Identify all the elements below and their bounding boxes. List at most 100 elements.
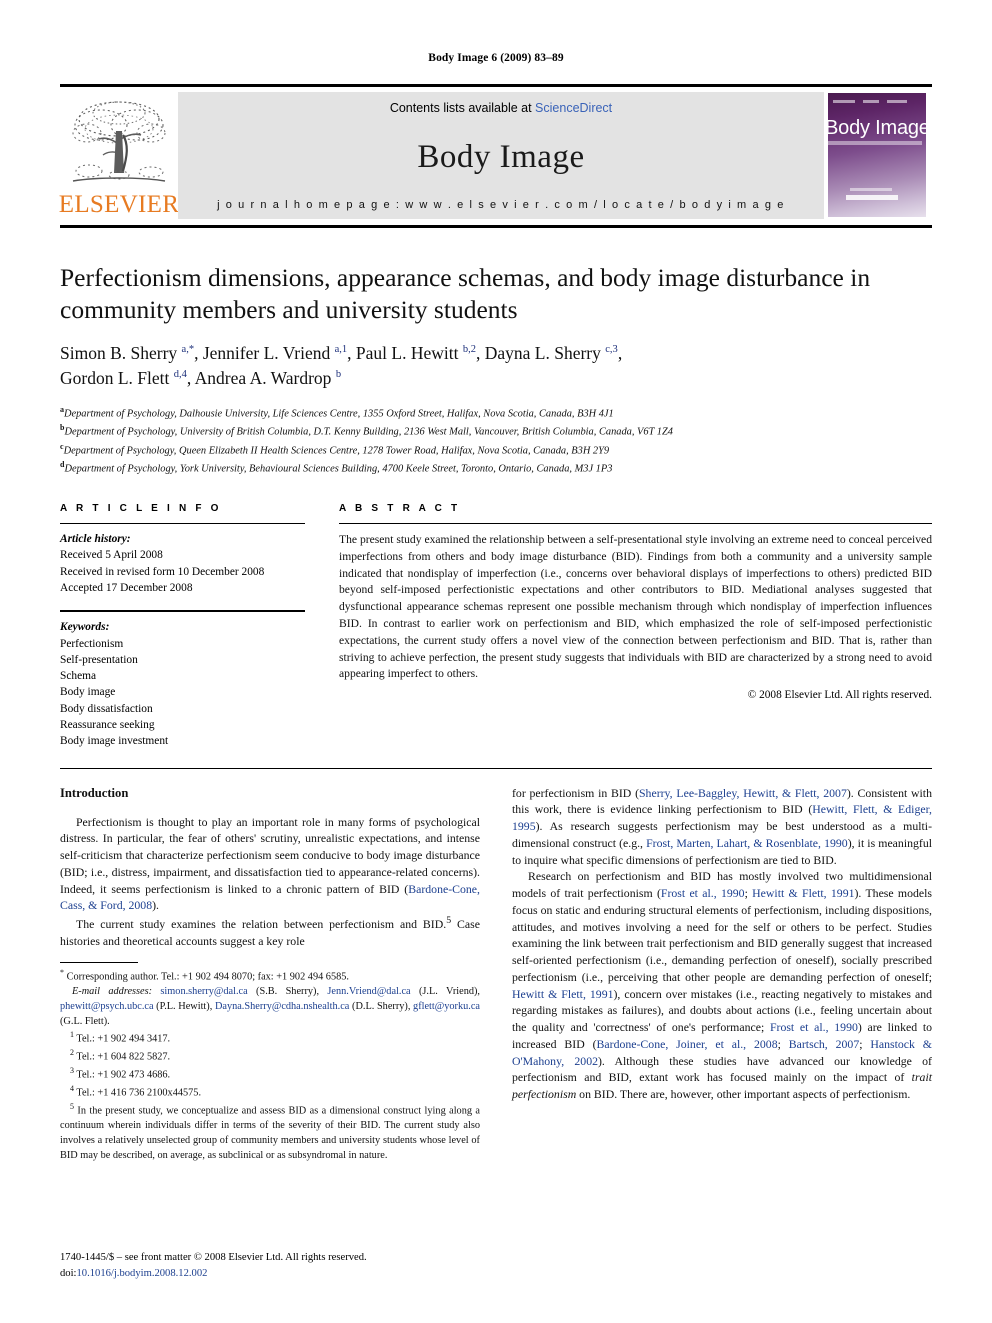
keyword-item: Reassurance seeking bbox=[60, 719, 155, 732]
author-sherry-d-marker: c,3 bbox=[605, 344, 618, 356]
elsevier-wordmark: ELSEVIER bbox=[58, 191, 180, 218]
masthead-bottom-rule bbox=[60, 225, 932, 228]
affiliation-text: Department of Psychology, Queen Elizabet… bbox=[63, 444, 610, 456]
abstract-text: The present study examined the relations… bbox=[339, 533, 932, 681]
cover-top-text-bars bbox=[833, 100, 921, 104]
keyword-item: Perfectionism bbox=[60, 637, 124, 650]
author-flett: Gordon L. Flett bbox=[60, 368, 174, 389]
right-p2-sep-1: ; bbox=[777, 1036, 789, 1051]
page-footer: 1740-1445/$ – see front matter © 2008 El… bbox=[60, 1250, 367, 1281]
intro-p1-text-b: ). bbox=[152, 898, 159, 913]
article-info-column: A R T I C L E I N F O Article history: R… bbox=[60, 503, 305, 750]
keyword-item: Body image investment bbox=[60, 735, 169, 748]
citation-bartsch-2007[interactable]: Bartsch, 2007 bbox=[789, 1037, 859, 1051]
affiliation-item: cDepartment of Psychology, Queen Elizabe… bbox=[60, 441, 932, 459]
affiliation-item: bDepartment of Psychology, University of… bbox=[60, 422, 932, 440]
author-sherry-d: , Dayna L. Sherry bbox=[475, 343, 606, 364]
journal-article-page: Body Image 6 (2009) 83–89 ELSEVIER Conte… bbox=[0, 0, 992, 1323]
body-left-column: Introduction Perfectionism is thought to… bbox=[60, 785, 480, 1164]
email-owner-5: (G.L. Flett). bbox=[60, 1015, 110, 1027]
affiliation-list: aDepartment of Psychology, Dalhousie Uni… bbox=[60, 404, 932, 477]
journal-masthead: ELSEVIER Contents lists available at Sci… bbox=[58, 84, 932, 219]
footnote-separator-rule bbox=[60, 962, 138, 964]
citation-hewitt-flett-1991[interactable]: Hewitt & Flett, 1991 bbox=[752, 886, 854, 900]
cover-footer-bar-1 bbox=[850, 188, 892, 191]
author-vriend: , Jennifer L. Vriend bbox=[194, 343, 335, 364]
body-right-column: for perfectionism in BID (Sherry, Lee-Ba… bbox=[512, 785, 932, 1164]
footnote-item-5: 5 In the present study, we conceptualize… bbox=[60, 1101, 480, 1163]
keywords-label: Keywords: bbox=[60, 621, 110, 634]
cover-title-text: Body Image bbox=[828, 117, 926, 139]
email-owner-4: (D.L. Sherry), bbox=[349, 1001, 414, 1013]
issn-copyright-line: 1740-1445/$ – see front matter © 2008 El… bbox=[60, 1252, 367, 1264]
abstract-column: A B S T R A C T The present study examin… bbox=[339, 503, 932, 750]
email-owner-1: (S.B. Sherry), bbox=[247, 986, 328, 998]
author-list: Simon B. Sherry a,*, Jennifer L. Vriend … bbox=[60, 341, 932, 391]
keywords-block: Keywords: Perfectionism Self-presentatio… bbox=[60, 610, 305, 749]
footnote-item: 2 Tel.: +1 604 822 5827. bbox=[60, 1047, 480, 1065]
cover-footer-bar-2 bbox=[846, 195, 898, 200]
article-info-heading: A R T I C L E I N F O bbox=[60, 503, 222, 515]
email-jenn-vriend[interactable]: Jenn.Vriend@dal.ca bbox=[327, 986, 410, 997]
email-dayna-sherry[interactable]: Dayna.Sherry@cdha.nshealth.ca bbox=[215, 1001, 349, 1012]
author-wardrop-marker: b bbox=[335, 369, 342, 381]
elsevier-logo: ELSEVIER bbox=[58, 92, 180, 219]
footnote-item: 1 Tel.: +1 902 494 3417. bbox=[60, 1029, 480, 1047]
author-line-2: Gordon L. Flett d,4, Andrea A. Wardrop b bbox=[60, 366, 932, 391]
affiliation-item: aDepartment of Psychology, Dalhousie Uni… bbox=[60, 404, 932, 422]
email-addresses-label: E-mail addresses: bbox=[72, 986, 153, 998]
email-phewitt[interactable]: phewitt@psych.ubc.ca bbox=[60, 1001, 154, 1012]
journal-title: Body Image bbox=[417, 138, 585, 175]
affiliation-item: dDepartment of Psychology, York Universi… bbox=[60, 459, 932, 477]
article-history-label: Article history: bbox=[60, 533, 131, 546]
citation-bardone-cone-joiner-2008[interactable]: Bardone-Cone, Joiner, et al., 2008 bbox=[597, 1037, 778, 1051]
masthead-center-panel: Contents lists available at ScienceDirec… bbox=[178, 92, 824, 219]
keyword-item: Schema bbox=[60, 670, 97, 683]
running-head: Body Image 6 (2009) 83–89 bbox=[428, 52, 564, 64]
info-abstract-section: A R T I C L E I N F O Article history: R… bbox=[60, 503, 932, 750]
history-accepted: Accepted 17 December 2008 bbox=[60, 581, 193, 594]
email-simon-sherry[interactable]: simon.sherry@dal.ca bbox=[160, 986, 247, 997]
title-block: Perfectionism dimensions, appearance sch… bbox=[60, 262, 932, 477]
author-hewitt-marker: b,2 bbox=[462, 344, 476, 356]
citation-hewitt-flett-1991-b[interactable]: Hewitt & Flett, 1991 bbox=[512, 987, 614, 1001]
author-flett-marker: d,4 bbox=[173, 369, 187, 381]
footnote-item: 3 Tel.: +1 902 473 4686. bbox=[60, 1065, 480, 1083]
footnote-emails: E-mail addresses: simon.sherry@dal.ca (S… bbox=[60, 985, 480, 1029]
elsevier-tree-icon bbox=[67, 95, 171, 191]
email-owner-2: (J.L. Vriend), bbox=[410, 986, 480, 998]
right-p1-text-a: for perfectionism in BID ( bbox=[512, 785, 639, 800]
keyword-item: Self-presentation bbox=[60, 653, 138, 666]
footnote-text-3: Tel.: +1 902 473 4686. bbox=[74, 1069, 171, 1081]
article-title: Perfectionism dimensions, appearance sch… bbox=[60, 263, 871, 325]
author-wardrop: , Andrea A. Wardrop bbox=[186, 368, 336, 389]
author-sherry-s-marker: a,* bbox=[181, 344, 195, 356]
footnote-corresponding-text: Corresponding author. Tel.: +1 902 494 8… bbox=[64, 971, 349, 983]
citation-frost-1990[interactable]: Frost, Marten, Lahart, & Rosenblate, 199… bbox=[646, 836, 848, 850]
contents-prefix-text: Contents lists available at bbox=[389, 101, 536, 115]
history-received: Received 5 April 2008 bbox=[60, 549, 163, 562]
doi-value[interactable]: 10.1016/j.bodyim.2008.12.002 bbox=[76, 1268, 207, 1279]
doi-line: doi:10.1016/j.bodyim.2008.12.002 bbox=[60, 1266, 367, 1281]
footnote-text-4: Tel.: +1 416 736 2100x44575. bbox=[74, 1087, 202, 1099]
citation-frost-et-al-1990[interactable]: Frost et al., 1990 bbox=[661, 886, 745, 900]
author-line-1: Simon B. Sherry a,*, Jennifer L. Vriend … bbox=[60, 341, 932, 366]
right-p2-text-b: ). These models focus on static and endu… bbox=[512, 886, 933, 984]
sciencedirect-link[interactable]: ScienceDirect bbox=[535, 101, 612, 115]
citation-sherry-2007[interactable]: Sherry, Lee-Baggley, Hewitt, & Flett, 20… bbox=[639, 786, 847, 800]
right-p2-semicolon: ; bbox=[744, 886, 753, 901]
email-gflett[interactable]: gflett@yorku.ca bbox=[413, 1001, 480, 1012]
cover-subtitle-bar bbox=[828, 141, 922, 145]
right-paragraph-1: for perfectionism in BID (Sherry, Lee-Ba… bbox=[512, 785, 932, 869]
article-body: Introduction Perfectionism is thought to… bbox=[60, 785, 932, 1164]
footnote-item: 4 Tel.: +1 416 736 2100x44575. bbox=[60, 1083, 480, 1101]
author-sherry-s: Simon B. Sherry bbox=[60, 343, 182, 364]
author-vriend-marker: a,1 bbox=[334, 344, 348, 356]
introduction-heading: Introduction bbox=[60, 785, 129, 800]
journal-cover-thumbnail: Body Image bbox=[828, 92, 932, 219]
affiliation-text: Department of Psychology, Dalhousie Univ… bbox=[64, 408, 614, 420]
journal-homepage-line[interactable]: j o u r n a l h o m e p a g e : w w w . … bbox=[217, 199, 785, 211]
abstract-copyright: © 2008 Elsevier Ltd. All rights reserved… bbox=[747, 689, 932, 702]
footnote-corresponding-author: * Corresponding author. Tel.: +1 902 494… bbox=[60, 967, 480, 985]
citation-frost-et-al-1990-b[interactable]: Frost et al., 1990 bbox=[770, 1020, 858, 1034]
